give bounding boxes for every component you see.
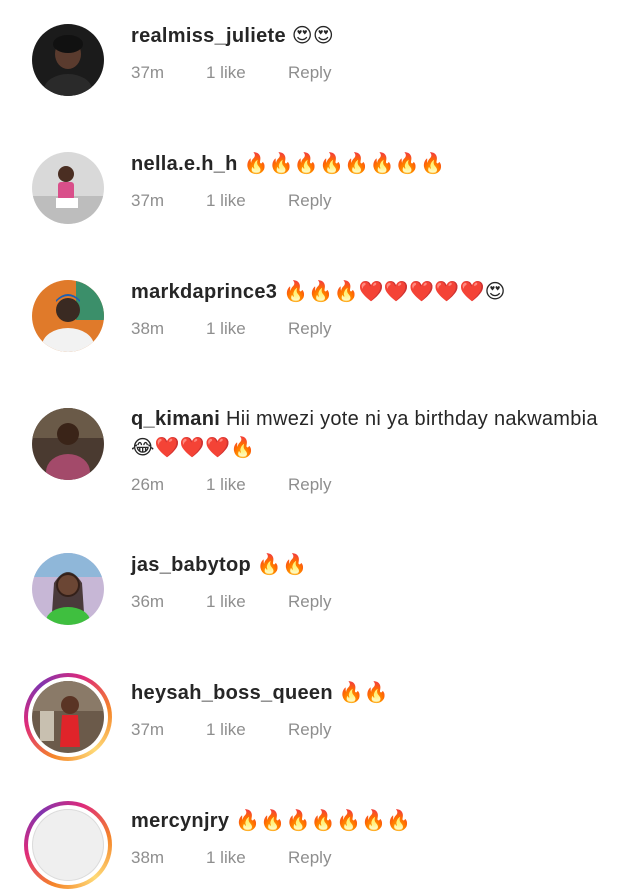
like-count[interactable]: 1 like (206, 189, 288, 213)
comment-meta: 38m 1 like Reply (131, 846, 331, 870)
avatar (32, 809, 104, 881)
avatar[interactable] (32, 24, 104, 96)
comment-emoji: 😂❤️❤️❤️🔥 (131, 435, 256, 459)
comment-meta: 37m 1 like Reply (131, 61, 331, 85)
username-link[interactable]: realmiss_juliete (131, 25, 286, 47)
comment-text: jas_babytop 🔥🔥 (131, 550, 617, 579)
comment-emoji: 🔥🔥🔥❤️❤️❤️❤️❤️😍 (283, 279, 506, 303)
timestamp: 37m (131, 720, 165, 739)
avatar[interactable] (32, 553, 104, 625)
comment-text: heysah_boss_queen 🔥🔥 (131, 678, 617, 707)
like-count[interactable]: 1 like (206, 317, 288, 341)
like-count[interactable]: 1 like (206, 473, 288, 497)
comment-emoji: 🔥🔥 (338, 680, 390, 704)
comment-emoji: 😍😍 (291, 23, 335, 47)
avatar[interactable] (32, 280, 104, 352)
comment-emoji: 🔥🔥🔥🔥🔥🔥🔥🔥 (243, 151, 446, 175)
comment-text: realmiss_juliete 😍😍 (131, 21, 617, 50)
timestamp: 37m (131, 191, 165, 210)
reply-button[interactable]: Reply (288, 473, 331, 497)
timestamp: 38m (131, 319, 165, 338)
timestamp: 38m (131, 848, 165, 867)
like-count[interactable]: 1 like (206, 846, 288, 870)
comment-emoji: 🔥🔥 (256, 552, 308, 576)
username-link[interactable]: mercynjry (131, 810, 229, 832)
comment-text: mercynjry 🔥🔥🔥🔥🔥🔥🔥 (131, 806, 617, 835)
avatar[interactable] (32, 152, 104, 224)
comment-meta: 37m 1 like Reply (131, 189, 331, 213)
like-count[interactable]: 1 like (206, 590, 288, 614)
avatar-story-ring[interactable] (24, 673, 112, 761)
comment-body: Hii mwezi yote ni ya birthday nakwambia (225, 408, 598, 430)
comment-meta: 26m 1 like Reply (131, 473, 331, 497)
comment-meta: 38m 1 like Reply (131, 317, 331, 341)
avatar[interactable] (32, 408, 104, 480)
reply-button[interactable]: Reply (288, 846, 331, 870)
like-count[interactable]: 1 like (206, 718, 288, 742)
username-link[interactable]: nella.e.h_h (131, 153, 238, 175)
avatar (32, 681, 104, 753)
reply-button[interactable]: Reply (288, 590, 331, 614)
like-count[interactable]: 1 like (206, 61, 288, 85)
timestamp: 26m (131, 475, 165, 494)
reply-button[interactable]: Reply (288, 61, 331, 85)
username-link[interactable]: heysah_boss_queen (131, 682, 333, 704)
comment-meta: 36m 1 like Reply (131, 590, 331, 614)
timestamp: 37m (131, 63, 165, 82)
reply-button[interactable]: Reply (288, 718, 331, 742)
comment-emoji: 🔥🔥🔥🔥🔥🔥🔥 (235, 808, 412, 832)
username-link[interactable]: markdaprince3 (131, 281, 277, 303)
comment-meta: 37m 1 like Reply (131, 718, 331, 742)
reply-button[interactable]: Reply (288, 317, 331, 341)
username-link[interactable]: jas_babytop (131, 554, 251, 576)
avatar-story-ring[interactable] (24, 801, 112, 889)
comment-text: q_kimani Hii mwezi yote ni ya birthday n… (131, 405, 617, 462)
username-link[interactable]: q_kimani (131, 408, 220, 430)
comment-text: nella.e.h_h 🔥🔥🔥🔥🔥🔥🔥🔥 (131, 149, 617, 178)
timestamp: 36m (131, 592, 165, 611)
reply-button[interactable]: Reply (288, 189, 331, 213)
comment-text: markdaprince3 🔥🔥🔥❤️❤️❤️❤️❤️😍 (131, 277, 617, 306)
